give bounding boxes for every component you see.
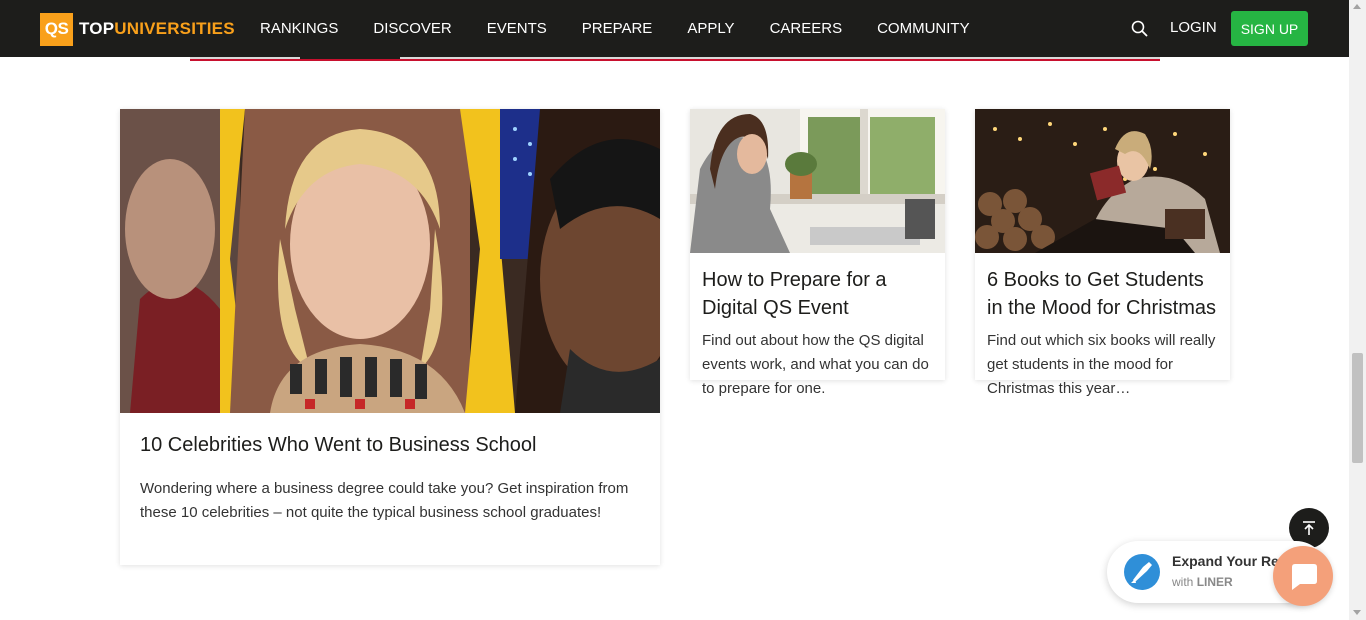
article-image bbox=[690, 109, 945, 253]
main-menu: RANKINGS DISCOVER EVENTS PREPARE APPLY C… bbox=[260, 0, 1005, 57]
nav-item-events[interactable]: EVENTS bbox=[487, 20, 547, 37]
nav-item-apply[interactable]: APPLY bbox=[687, 20, 734, 37]
article-description: Find out which six books will really get… bbox=[987, 332, 1216, 397]
scroll-down-arrow-icon[interactable] bbox=[1353, 610, 1361, 615]
arrow-up-icon bbox=[1303, 521, 1315, 535]
liner-sub-prefix: with bbox=[1172, 575, 1194, 589]
ad-banner-strip[interactable] bbox=[190, 57, 1160, 61]
search-icon[interactable] bbox=[1130, 19, 1150, 39]
liner-brand: LINER bbox=[1196, 575, 1233, 589]
article-description: Wondering where a business degree could … bbox=[140, 480, 629, 521]
signup-button[interactable]: SIGN UP bbox=[1231, 11, 1308, 46]
chat-button[interactable] bbox=[1273, 546, 1333, 606]
liner-subtitle: with LINER bbox=[1172, 575, 1233, 589]
qs-badge: QS bbox=[40, 12, 73, 46]
logo-word-top: TOP bbox=[79, 19, 115, 38]
nav-item-careers[interactable]: CAREERS bbox=[770, 20, 843, 37]
nav-item-rankings[interactable]: RANKINGS bbox=[260, 20, 338, 37]
login-link[interactable]: LOGIN bbox=[1170, 19, 1217, 36]
chat-bubble-icon bbox=[1292, 564, 1317, 590]
liner-title: Expand Your Re bbox=[1172, 553, 1279, 569]
nav-item-discover[interactable]: DISCOVER bbox=[373, 20, 451, 37]
scroll-thumb[interactable] bbox=[1352, 353, 1363, 463]
article-image bbox=[120, 109, 660, 413]
article-image bbox=[975, 109, 1230, 253]
logo-word-universities: UNIVERSITIES bbox=[114, 19, 235, 38]
article-card[interactable]: 10 Celebrities Who Went to Business Scho… bbox=[120, 109, 660, 565]
nav-item-community[interactable]: COMMUNITY bbox=[877, 20, 970, 37]
page-scrollbar[interactable] bbox=[1349, 0, 1366, 620]
article-title[interactable]: How to Prepare for a Digital QS Event bbox=[702, 266, 938, 322]
nav-item-prepare[interactable]: PREPARE bbox=[582, 20, 653, 37]
article-title[interactable]: 6 Books to Get Students in the Mood for … bbox=[987, 266, 1223, 322]
logo-wordmark: TOPUNIVERSITIES bbox=[79, 19, 235, 39]
article-description: Find out about how the QS digital events… bbox=[702, 332, 929, 397]
top-navigation: QS TOPUNIVERSITIES RANKINGS DISCOVER EVE… bbox=[0, 0, 1349, 57]
liner-logo-icon bbox=[1123, 553, 1161, 591]
scroll-up-arrow-icon[interactable] bbox=[1353, 4, 1361, 9]
article-card[interactable]: 6 Books to Get Students in the Mood for … bbox=[975, 109, 1230, 397]
topuniversities-logo[interactable]: QS TOPUNIVERSITIES bbox=[40, 12, 235, 46]
article-card[interactable]: How to Prepare for a Digital QS Event Fi… bbox=[690, 109, 945, 397]
article-title[interactable]: 10 Celebrities Who Went to Business Scho… bbox=[140, 434, 537, 457]
